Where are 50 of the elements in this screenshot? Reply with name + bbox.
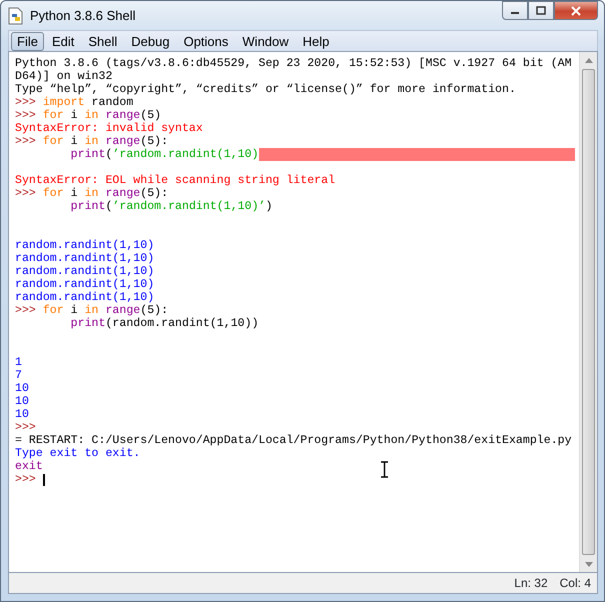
menu-item[interactable]: Debug: [125, 32, 176, 50]
code-line: print(’random.randint(1,10)’): [70, 200, 272, 213]
code-line: random.randint(1,10): [15, 252, 154, 265]
maximize-icon: [536, 6, 546, 15]
code-line: print(’random.randint(1,10): [70, 148, 259, 161]
scroll-up-icon[interactable]: [584, 58, 592, 62]
close-icon: [570, 6, 582, 16]
maximize-button[interactable]: [528, 1, 554, 20]
code-line: SyntaxError: EOL while scanning string literal: [15, 174, 336, 187]
code-line: Python 3.8.6 (tags/v3.8.6:db45529, Sep 23 2020, 15:52:53) [MSC v.1927 64 bit (AM: [15, 57, 572, 70]
code-line: >>> for i in range(5):: [15, 187, 168, 200]
code-line: 7: [15, 369, 22, 382]
code-line: 10: [15, 408, 29, 421]
code-line: 10: [15, 382, 29, 395]
python-file-icon: [8, 6, 24, 24]
code-line: random.randint(1,10): [15, 239, 154, 252]
close-button[interactable]: [554, 1, 598, 20]
code-line: D64)] on win32: [15, 70, 112, 83]
code-line: >>>: [15, 473, 37, 486]
code-line: SyntaxError: invalid syntax: [15, 122, 203, 135]
scroll-down-icon[interactable]: [584, 562, 592, 566]
code-line: >>> import random: [15, 96, 134, 109]
code-line: Type “help”, “copyright”, “credits” or “license()” for more information.: [15, 83, 516, 96]
code-line: >>> for i in range(5):: [15, 135, 168, 148]
window-title: Python 3.8.6 Shell: [30, 6, 136, 25]
code-line: exit: [15, 460, 43, 473]
code-line: Type exit to exit.: [15, 447, 140, 460]
code-line: random.randint(1,10): [15, 278, 154, 291]
line-number-status: Ln: 32: [514, 575, 548, 592]
menu-item[interactable]: Window: [236, 32, 295, 50]
text-cursor-icon: [380, 461, 389, 478]
code-line: print(random.randint(1,10)): [70, 317, 259, 330]
text-caret: [42, 474, 45, 486]
minimize-button[interactable]: [502, 1, 528, 20]
code-line: 10: [15, 395, 29, 408]
scrollbar[interactable]: [579, 52, 597, 572]
code-line: >>> for i in range(5): [15, 109, 162, 122]
code-line: = RESTART: C:/Users/Lenovo/AppData/Local/Programs/Python/Python38/exitExample.py: [15, 434, 572, 447]
code-line: random.randint(1,10): [15, 291, 154, 304]
column-number-status: Col: 4: [560, 575, 591, 592]
code-line: >>> for i in range(5):: [15, 304, 168, 317]
code-line: random.randint(1,10): [15, 265, 154, 278]
code-line: 1: [15, 356, 22, 369]
menu-item[interactable]: Edit: [46, 32, 80, 50]
menu-item[interactable]: File: [11, 32, 44, 50]
code-line: >>>: [15, 421, 37, 434]
menu-item[interactable]: Shell: [82, 32, 124, 50]
menu-item[interactable]: Options: [178, 32, 234, 50]
menu-item[interactable]: Help: [296, 32, 336, 50]
scroll-thumb[interactable]: [582, 69, 595, 555]
